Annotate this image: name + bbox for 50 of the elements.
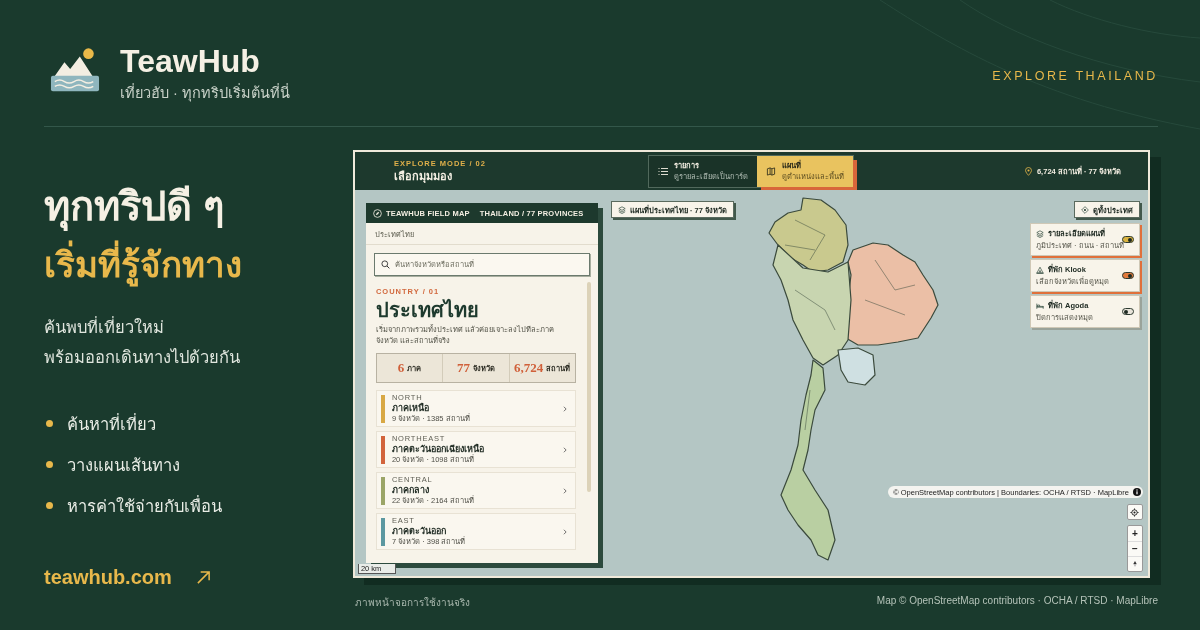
description-line: พร้อมออกเดินทางไปด้วยกัน (44, 347, 241, 368)
region-name: ภาคตะวันออก (391, 525, 447, 536)
hero-subtitle: เริ่มที่รู้จักทาง (44, 242, 349, 288)
region-name: ภาคตะวันออกเฉียงเหนือ (391, 443, 485, 454)
toggle-switch[interactable] (1121, 272, 1134, 279)
chevron-right-icon (562, 528, 567, 535)
arrow-up-right-icon (195, 569, 211, 585)
crosshair-icon (1080, 205, 1089, 214)
toggle-switch[interactable] (1121, 308, 1134, 315)
feature-text: วางแผนเส้นทาง (67, 454, 180, 476)
description-line: ค้นพบที่เที่ยวใหม่ (44, 315, 165, 338)
zoom-button[interactable]: − (1127, 541, 1142, 556)
bullet-dot-icon (46, 502, 53, 509)
north-arrow-icon (1132, 560, 1137, 568)
brand-tagline: เที่ยวฮับ · ทุกทริปเริ่มต้นที่นี่ (120, 82, 290, 104)
locate-button[interactable] (1126, 504, 1143, 520)
mountain-logo-icon (50, 47, 100, 93)
list-icon (658, 166, 669, 176)
compass-icon (372, 208, 382, 218)
chevron-right-icon (562, 487, 567, 494)
chevron-right-icon (562, 405, 567, 412)
bullet-dot-icon (46, 420, 53, 427)
map-credit: Map © OpenStreetMap contributors · OCHA / RTSD · MapLibre (876, 595, 1158, 608)
website-link[interactable]: teawhub.com (44, 564, 211, 590)
region-name: ภาคเหนือ (391, 402, 430, 414)
feature-text: ค้นหาที่เที่ยว (67, 412, 156, 435)
screenshot-caption: ภาพหน้าจอการใช้งานจริง (354, 596, 470, 610)
section-label: EXPLORE THAILAND (992, 68, 1158, 84)
hero-title: ทุกทริปดี ๆ (44, 180, 349, 232)
map-icon (766, 166, 777, 176)
bed-icon (1035, 301, 1044, 310)
layers-icon (1035, 229, 1044, 238)
stat-value: 6,724 (514, 360, 544, 376)
chevron-right-icon (562, 446, 567, 453)
scrollbar-thumb[interactable] (586, 282, 591, 492)
zoom-button[interactable]: + (1127, 526, 1142, 541)
stat-value: 6 (397, 360, 405, 376)
stat-value: 77 (456, 360, 470, 376)
bullet-dot-icon (46, 461, 53, 468)
mode-title: เลือกมุมมอง (393, 169, 453, 183)
locate-icon (1130, 507, 1140, 517)
tent-icon (1035, 265, 1044, 274)
region-name: ภาคกลาง (391, 484, 430, 496)
location-pin-icon (1024, 166, 1032, 176)
brand-name: TeawHub (120, 42, 261, 80)
feature-text: หารค่าใช้จ่ายกับเพื่อน (67, 494, 222, 517)
layers-icon (617, 205, 626, 214)
country-title: ประเทศไทย (375, 298, 480, 323)
search-icon (380, 260, 390, 269)
info-icon[interactable] (1132, 488, 1141, 496)
